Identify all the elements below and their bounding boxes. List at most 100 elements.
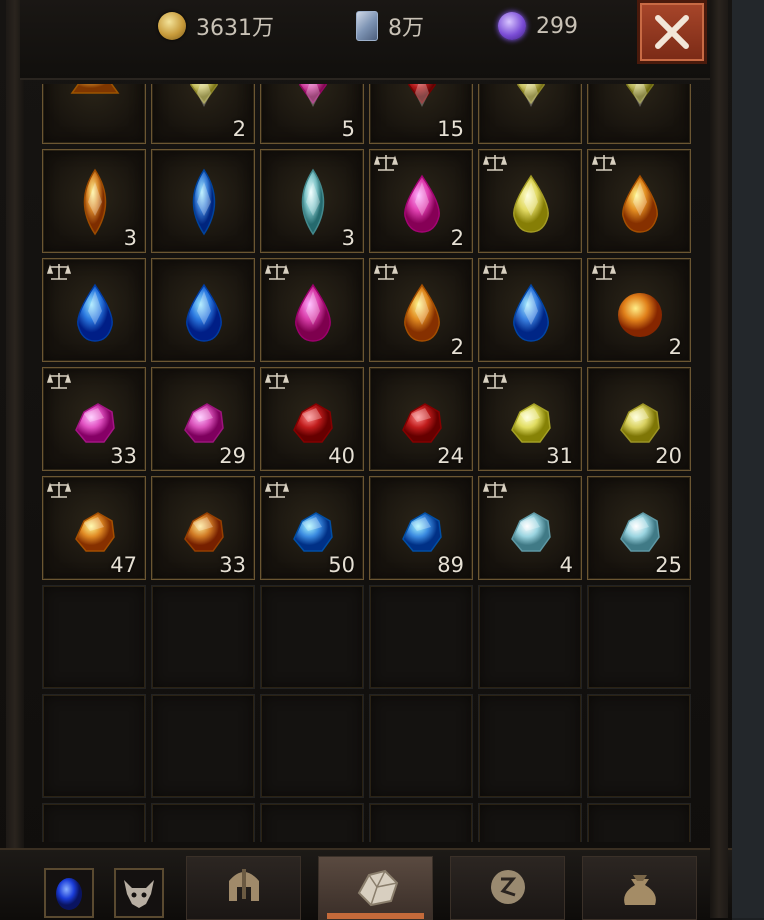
empty-slot[interactable] bbox=[369, 585, 473, 689]
gem-slot[interactable]: 47 bbox=[42, 476, 146, 580]
trade-scale-icon bbox=[592, 264, 616, 280]
gem-slot[interactable] bbox=[42, 84, 146, 144]
gem-slot[interactable] bbox=[478, 84, 582, 144]
trade-scale-icon bbox=[47, 482, 71, 498]
gem-count: 2 bbox=[668, 335, 682, 359]
empty-slot[interactable] bbox=[369, 694, 473, 798]
blue-orb-slot[interactable] bbox=[44, 868, 94, 918]
gem-slot[interactable]: 33 bbox=[42, 367, 146, 471]
close-button[interactable] bbox=[637, 0, 707, 64]
gem-slot[interactable]: 20 bbox=[587, 367, 691, 471]
helmet-icon bbox=[229, 869, 259, 901]
gem-slot[interactable]: 5 bbox=[260, 84, 364, 144]
gem-slot[interactable]: 89 bbox=[369, 476, 473, 580]
gem-slot[interactable]: 2 bbox=[369, 258, 473, 362]
blue-teardrop-gem-icon bbox=[77, 283, 113, 342]
pink-teardrop-gem-icon bbox=[295, 283, 331, 342]
empty-slot[interactable] bbox=[42, 803, 146, 842]
gem-slot[interactable]: 25 bbox=[587, 476, 691, 580]
rune-icon bbox=[491, 870, 525, 904]
gem-count: 31 bbox=[546, 444, 573, 468]
trade-scale-icon bbox=[483, 155, 507, 171]
teal-rough-gem-icon bbox=[511, 512, 551, 552]
gem-slot[interactable]: 29 bbox=[151, 367, 255, 471]
gold-amount: 3631万 bbox=[196, 16, 274, 41]
gem-count: 3 bbox=[341, 226, 355, 250]
gem-slot[interactable]: 3 bbox=[260, 149, 364, 253]
empty-slot[interactable] bbox=[478, 585, 582, 689]
gem-slot[interactable] bbox=[151, 149, 255, 253]
empty-slot[interactable] bbox=[260, 803, 364, 842]
trade-scale-icon bbox=[374, 155, 398, 171]
tab-bag[interactable] bbox=[582, 856, 697, 920]
empty-slot[interactable] bbox=[587, 694, 691, 798]
gem-slot[interactable] bbox=[587, 149, 691, 253]
blue-marquise-gem-icon bbox=[192, 168, 216, 236]
gem-count: 2 bbox=[232, 117, 246, 141]
gem-slot[interactable]: 50 bbox=[260, 476, 364, 580]
orb-amount: 299 bbox=[536, 13, 578, 39]
gem-slot[interactable]: 40 bbox=[260, 367, 364, 471]
tab-gems[interactable] bbox=[318, 856, 433, 920]
empty-slot[interactable] bbox=[587, 803, 691, 842]
gem-slot[interactable]: 2 bbox=[151, 84, 255, 144]
side-strip bbox=[732, 0, 764, 918]
gem-slot[interactable] bbox=[260, 258, 364, 362]
empty-slot[interactable] bbox=[260, 585, 364, 689]
empty-slot[interactable] bbox=[478, 694, 582, 798]
gem-count: 47 bbox=[110, 553, 137, 577]
card-icon bbox=[356, 11, 378, 41]
gem-slot[interactable] bbox=[42, 258, 146, 362]
teal-marquise-gem-icon bbox=[301, 168, 325, 236]
empty-slot[interactable] bbox=[42, 694, 146, 798]
gem-slot[interactable]: 24 bbox=[369, 367, 473, 471]
inventory-panel: 3631万 8万 299 2 5 15 3 3 2 2 2 33 29 40 24 31 20 47 33 50… bbox=[0, 0, 732, 920]
demon-slot[interactable] bbox=[114, 868, 164, 918]
trade-scale-icon bbox=[47, 264, 71, 280]
card-amount: 8万 bbox=[388, 16, 424, 41]
gem-count: 40 bbox=[328, 444, 355, 468]
empty-slot[interactable] bbox=[369, 803, 473, 842]
gem-slot[interactable]: 2 bbox=[587, 258, 691, 362]
empty-slot[interactable] bbox=[260, 694, 364, 798]
yellow-gem-icon bbox=[626, 84, 654, 107]
gem-slot[interactable]: 33 bbox=[151, 476, 255, 580]
empty-slot[interactable] bbox=[151, 803, 255, 842]
gem-slot[interactable] bbox=[587, 84, 691, 144]
bag-icon bbox=[624, 875, 656, 905]
yellow-gem-icon bbox=[517, 84, 545, 107]
tab-equipment[interactable] bbox=[186, 856, 301, 920]
yellow-gem-icon bbox=[190, 84, 218, 107]
gem-count: 33 bbox=[219, 553, 246, 577]
gem-count: 2 bbox=[450, 335, 464, 359]
empty-slot[interactable] bbox=[42, 585, 146, 689]
gem-count: 5 bbox=[341, 117, 355, 141]
purple-orb-icon bbox=[498, 12, 526, 40]
empty-slot[interactable] bbox=[151, 694, 255, 798]
empty-slot[interactable] bbox=[587, 585, 691, 689]
tab-runes[interactable] bbox=[450, 856, 565, 920]
trade-scale-icon bbox=[265, 482, 289, 498]
orange-teardrop-gem-icon bbox=[622, 174, 658, 233]
blue-teardrop-gem-icon bbox=[513, 283, 549, 342]
gold-currency: 3631万 bbox=[158, 10, 274, 42]
gem-slot[interactable]: 4 bbox=[478, 476, 582, 580]
yellow-triangle-gem-icon bbox=[70, 84, 120, 94]
gem-slot[interactable]: 2 bbox=[369, 149, 473, 253]
gem-slot[interactable] bbox=[478, 258, 582, 362]
gem-slot[interactable] bbox=[478, 149, 582, 253]
gem-count: 24 bbox=[437, 444, 464, 468]
gem-slot[interactable]: 15 bbox=[369, 84, 473, 144]
trade-scale-icon bbox=[265, 373, 289, 389]
gem-slot[interactable] bbox=[151, 258, 255, 362]
orange-teardrop-gem-icon bbox=[404, 283, 440, 342]
gem-slot[interactable]: 31 bbox=[478, 367, 582, 471]
currency-bar: 3631万 8万 299 bbox=[20, 0, 712, 80]
empty-slot[interactable] bbox=[151, 585, 255, 689]
empty-slot[interactable] bbox=[478, 803, 582, 842]
trade-scale-icon bbox=[374, 264, 398, 280]
gem-count: 4 bbox=[559, 553, 573, 577]
gem-count: 3 bbox=[123, 226, 137, 250]
gem-slot[interactable]: 3 bbox=[42, 149, 146, 253]
close-icon bbox=[655, 15, 689, 49]
